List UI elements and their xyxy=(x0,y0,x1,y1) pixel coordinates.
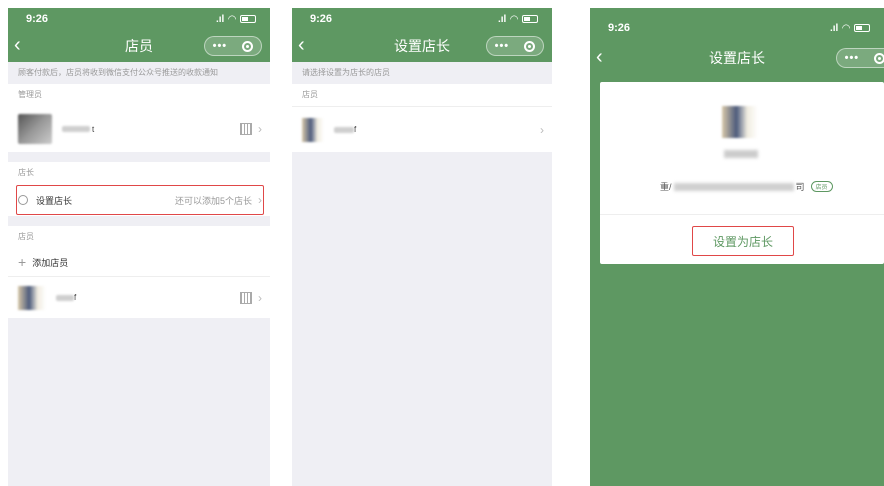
staff-row[interactable]: f › xyxy=(292,106,552,152)
staff-name-blur xyxy=(334,126,354,133)
page-title: 设置店长 xyxy=(394,38,450,54)
staff-row-actions: › xyxy=(240,291,262,305)
capsule-menu[interactable]: ••• xyxy=(204,36,262,56)
back-icon[interactable]: ‹ xyxy=(14,34,21,56)
signal-icon: .ıl xyxy=(829,22,839,34)
admin-section-title: 管理员 xyxy=(8,84,270,106)
header: 9:26 .ıl ◠ ‹ 店员 ••• xyxy=(8,8,270,62)
status-bar: 9:26 .ıl ◠ xyxy=(292,8,552,30)
avatar xyxy=(302,117,324,142)
set-as-manager-button[interactable]: 设置为店长 xyxy=(692,226,794,256)
set-manager-row[interactable]: 设置店长 还可以添加5个店长 › xyxy=(8,184,270,216)
more-icon[interactable]: ••• xyxy=(213,40,228,52)
page-title: 设置店长 xyxy=(709,50,765,66)
admin-row[interactable]: t › xyxy=(8,106,270,152)
wifi-icon: ◠ xyxy=(510,13,518,25)
staff-name-blur xyxy=(56,294,74,301)
staff-name-blur xyxy=(724,150,758,158)
more-icon[interactable]: ••• xyxy=(495,40,510,52)
qrcode-icon[interactable] xyxy=(240,123,252,135)
nav-bar: ‹ 店员 ••• xyxy=(8,30,270,62)
avatar xyxy=(18,285,46,310)
staff-row[interactable]: f › xyxy=(8,276,270,318)
wifi-icon: ◠ xyxy=(842,22,850,34)
notice-text: 顾客付款后，店员将收到微信支付公众号推送的收款通知 xyxy=(18,68,218,77)
system-icons: .ıl ◠ xyxy=(498,14,538,25)
back-icon[interactable]: ‹ xyxy=(298,34,305,56)
nav-bar: ‹ 设置店长 ••• xyxy=(292,30,552,62)
screen-select-manager: 9:26 .ıl ◠ ‹ 设置店长 ••• 请选择设置为店长的店员 店员 f › xyxy=(292,8,552,486)
divider xyxy=(8,152,270,162)
admin-name-blur xyxy=(62,126,90,132)
chevron-right-icon: › xyxy=(540,122,544,137)
signal-icon: .ıl xyxy=(215,13,225,25)
company-line: 重/ 司 店员 xyxy=(660,180,833,193)
staff-name: f xyxy=(74,293,77,302)
company-prefix: 重/ xyxy=(660,182,672,192)
more-icon[interactable]: ••• xyxy=(845,52,860,64)
status-time: 9:26 xyxy=(608,22,631,34)
staff-section-title: 店员 xyxy=(8,226,270,248)
status-time: 9:26 xyxy=(310,13,333,25)
company-name-blur xyxy=(673,182,794,191)
add-staff-row[interactable]: + 添加店员 xyxy=(8,248,270,276)
plus-icon: + xyxy=(18,254,27,270)
divider xyxy=(600,214,884,215)
battery-icon xyxy=(854,24,870,32)
staff-row-actions: › xyxy=(540,123,544,137)
signal-icon: .ıl xyxy=(497,13,507,25)
status-bar: 9:26 .ıl ◠ xyxy=(8,8,270,30)
staff-card: 重/ 司 店员 设置为店长 xyxy=(600,82,884,264)
nav-bar: ‹ 设置店长 ••• xyxy=(590,42,884,74)
close-miniprogram-icon[interactable] xyxy=(242,40,254,52)
header: 9:26 .ıl ◠ ‹ 设置店长 ••• xyxy=(292,8,552,62)
company-suffix: 司 xyxy=(795,182,805,192)
avatar xyxy=(722,106,758,138)
staff-section-title: 店员 xyxy=(292,84,552,106)
status-bar: 9:26 .ıl ◠ xyxy=(590,8,884,42)
back-icon[interactable]: ‹ xyxy=(596,46,603,68)
page-title: 店员 xyxy=(125,38,153,54)
battery-icon xyxy=(522,15,538,23)
wifi-icon: ◠ xyxy=(228,13,236,25)
capsule-menu[interactable]: ••• xyxy=(486,36,544,56)
manager-section-title: 店长 xyxy=(8,162,270,184)
admin-name: t xyxy=(92,124,95,134)
header: 9:26 .ıl ◠ ‹ 设置店长 ••• xyxy=(590,8,884,74)
highlight-box xyxy=(16,185,264,215)
status-time: 9:26 xyxy=(26,13,49,25)
admin-row-actions: › xyxy=(240,122,262,136)
capsule-menu[interactable]: ••• xyxy=(836,48,884,68)
screen-confirm-manager: 9:26 .ıl ◠ ‹ 设置店长 ••• 重/ 司 店员 设置为店长 xyxy=(590,8,884,486)
add-staff-label: 添加店员 xyxy=(32,257,69,268)
chevron-right-icon: › xyxy=(258,290,262,305)
close-miniprogram-icon[interactable] xyxy=(524,40,536,52)
avatar xyxy=(18,114,52,144)
system-icons: .ıl ◠ xyxy=(830,23,870,34)
staff-name: f xyxy=(354,125,357,134)
instruction-text: 请选择设置为店长的店员 xyxy=(302,68,390,77)
qrcode-icon[interactable] xyxy=(240,291,252,304)
divider xyxy=(8,216,270,226)
system-icons: .ıl ◠ xyxy=(216,14,256,25)
screen-staff-list: 9:26 .ıl ◠ ‹ 店员 ••• 顾客付款后，店员将收到微信支付公众号推送的… xyxy=(8,8,270,486)
chevron-right-icon: › xyxy=(258,122,262,136)
battery-icon xyxy=(240,15,256,23)
close-miniprogram-icon[interactable] xyxy=(874,52,884,64)
role-tag: 店员 xyxy=(810,181,833,192)
